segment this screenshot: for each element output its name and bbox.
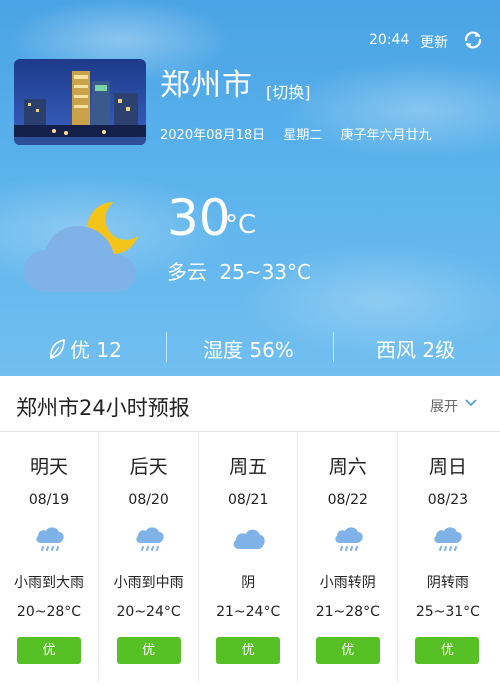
- expand-button[interactable]: 展开: [430, 396, 458, 416]
- day-temperature: 21~28°C: [315, 604, 380, 620]
- current-condition-line: 多云 25~33°C: [167, 256, 311, 285]
- day-condition: 小雨到大雨: [14, 575, 84, 591]
- refresh-icon[interactable]: [461, 28, 485, 52]
- forecast-day[interactable]: 周日 08/23 阴转雨 25~31°C 优: [398, 432, 497, 682]
- refresh-button[interactable]: 更新: [420, 32, 448, 52]
- aqi-badge: 优: [415, 637, 480, 664]
- day-condition: 小雨到中雨: [113, 575, 184, 591]
- aqi-badge: 优: [17, 637, 81, 664]
- day-date: 08/21: [228, 492, 269, 508]
- day-date: 08/20: [128, 492, 169, 508]
- rain-icon: [331, 521, 367, 557]
- forecast-day[interactable]: 明天 08/19 小雨到大雨 20~28°C 优: [0, 432, 99, 682]
- date-line: 2020年08月18日 星期二 庚子年六月廿九: [160, 124, 445, 143]
- forecast-day[interactable]: 周六 08/22 小雨转阴 21~28°C 优: [299, 432, 398, 682]
- date: 2020年08月18日: [160, 128, 266, 143]
- weather-hero: 20:44 更新 郑州市 [切换] 2020年08月18日 星期二 庚子年六月廿…: [0, 0, 500, 376]
- stats-bar: 优 12 湿度 56% 西风 2级: [0, 320, 500, 374]
- city-name: 郑州市: [160, 68, 253, 103]
- aqi-badge: 优: [116, 637, 181, 664]
- aqi-stat: 优 12: [48, 334, 122, 363]
- day-name: 周日: [428, 456, 467, 478]
- day-condition: 小雨转阴: [319, 575, 376, 591]
- humidity-stat: 湿度 56%: [203, 338, 294, 362]
- lunar-date: 庚子年六月廿九: [340, 128, 432, 143]
- divider: [166, 332, 167, 362]
- day-date: 08/22: [327, 492, 368, 508]
- rain-icon: [32, 521, 68, 557]
- rain-icon: [132, 521, 168, 557]
- current-condition: 多云: [167, 260, 207, 284]
- day-name: 周六: [328, 456, 367, 478]
- day-date: 08/19: [28, 492, 70, 508]
- day-temperature: 20~24°C: [116, 604, 181, 620]
- day-date: 08/23: [427, 492, 469, 508]
- current-temperature: 30: [167, 189, 231, 247]
- aqi-badge: 优: [315, 637, 380, 664]
- current-range: 25~33°C: [219, 260, 311, 284]
- day-name: 明天: [29, 456, 68, 478]
- day-temperature: 25~31°C: [415, 604, 480, 620]
- forecast-title: 郑州市24小时预报: [16, 396, 190, 420]
- temperature-unit: °C: [225, 210, 257, 240]
- switch-city-button[interactable]: [切换]: [266, 79, 311, 103]
- forecast-day[interactable]: 周五 08/21 阴 21~24°C 优: [199, 432, 299, 682]
- rain-icon: [430, 521, 466, 557]
- day-name: 周五: [229, 456, 268, 478]
- wind-stat: 西风 2级: [376, 338, 456, 362]
- day-temperature: 20~28°C: [16, 604, 82, 620]
- day-name: 后天: [129, 456, 168, 478]
- forecast-days: 明天 08/19 小雨到大雨 20~28°C 优 后天 08/20 小雨到中雨 20~24°C 优…: [0, 432, 500, 682]
- city-photo: [14, 59, 146, 145]
- forecast-day[interactable]: 后天 08/20 小雨到中雨 20~24°C 优: [100, 432, 199, 682]
- overcast-icon: [231, 521, 267, 557]
- day-condition: 阴转雨: [426, 575, 469, 591]
- day-condition: 阴: [241, 575, 256, 591]
- weekday: 星期二: [283, 128, 323, 143]
- day-temperature: 21~24°C: [216, 604, 281, 620]
- divider: [333, 332, 334, 362]
- aqi-badge: 优: [216, 637, 281, 664]
- aqi-value: 优 12: [70, 338, 122, 362]
- update-time: 20:44: [369, 32, 410, 48]
- chevron-down-icon[interactable]: [464, 397, 478, 409]
- cloud-moon-icon: [23, 201, 138, 292]
- leaf-icon: [50, 339, 65, 359]
- forecast-header: 郑州市24小时预报 展开: [0, 376, 500, 432]
